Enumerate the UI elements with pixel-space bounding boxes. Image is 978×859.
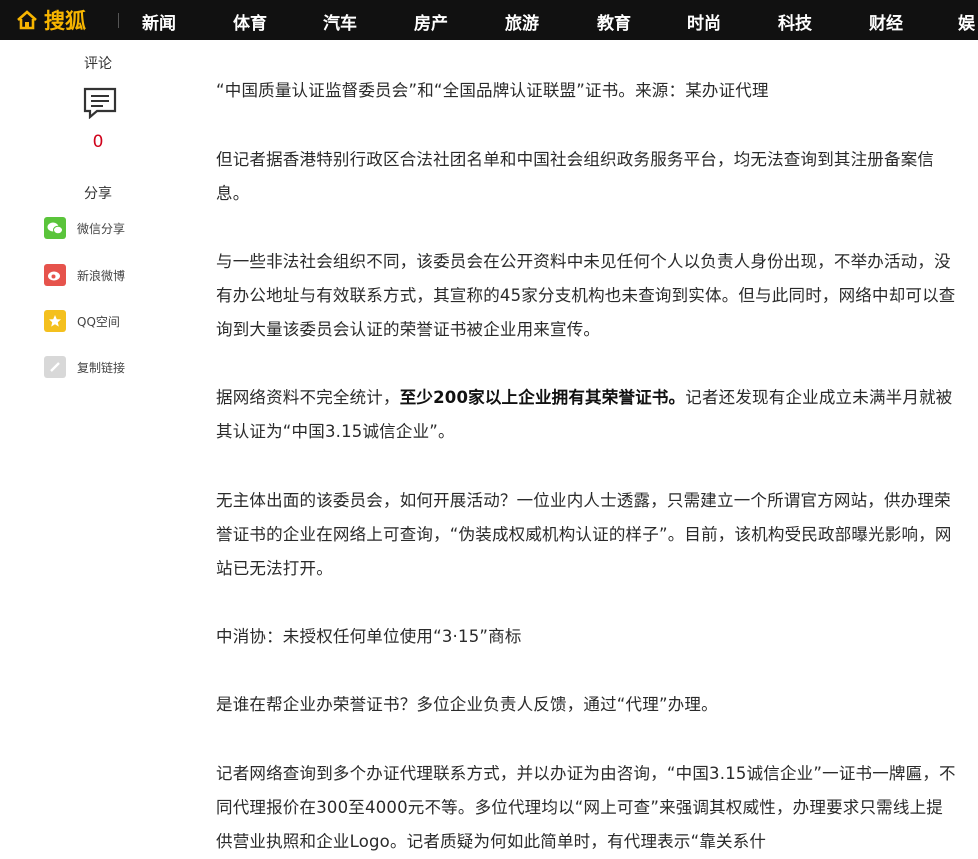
copy-link-button[interactable]: 复制链接 <box>44 355 125 379</box>
nav-divider <box>118 13 119 28</box>
comment-icon[interactable] <box>83 87 117 119</box>
logo-text: 搜狐 <box>44 9 86 33</box>
share-qzone-label: QQ空间 <box>77 314 120 329</box>
share-label: 分享 <box>84 186 112 202</box>
paragraph-text: 据网络资料不完全统计， <box>216 388 400 407</box>
nav-news[interactable]: 新闻 <box>142 9 176 34</box>
nav-tech[interactable]: 科技 <box>778 9 812 34</box>
article-paragraph: “中国质量认证监督委员会”和“全国品牌认证联盟”证书。来源：某办证代理 <box>216 81 769 100</box>
link-icon <box>44 356 66 378</box>
comment-count[interactable]: 0 <box>0 132 196 152</box>
share-qzone-button[interactable]: QQ空间 <box>44 309 120 333</box>
nav-sports[interactable]: 体育 <box>233 9 267 34</box>
article-paragraph: 记者网络查询到多个办证代理联系方式，并以办证为由咨询，“中国3.15诚信企业”一… <box>216 764 956 851</box>
nav-education[interactable]: 教育 <box>597 9 631 34</box>
sohu-logo[interactable]: 搜狐 <box>16 6 86 34</box>
article-paragraph: 无主体出面的该委员会，如何开展活动？一位业内人士透露，只需建立一个所谓官方网站，… <box>216 491 952 578</box>
copy-link-label: 复制链接 <box>77 360 126 375</box>
home-icon <box>17 10 37 30</box>
nav-finance[interactable]: 财经 <box>869 9 903 34</box>
share-weibo-label: 新浪微博 <box>77 268 126 283</box>
weibo-icon <box>44 264 66 286</box>
nav-entertainment[interactable]: 娱 <box>958 9 975 34</box>
share-wechat-button[interactable]: 微信分享 <box>44 216 125 240</box>
article-paragraph: 据网络资料不完全统计，至少200家以上企业拥有其荣誉证书。记者还发现有企业成立未… <box>216 381 956 449</box>
nav-travel[interactable]: 旅游 <box>505 9 539 34</box>
nav-fashion[interactable]: 时尚 <box>687 9 721 34</box>
article-paragraph: 但记者据香港特别行政区合法社团名单和中国社会组织政务服务平台，均无法查询到其注册… <box>216 150 935 203</box>
article-paragraph: 与一些非法社会组织不同，该委员会在公开资料中未见任何个人以负责人身份出现，不举办… <box>216 252 956 339</box>
nav-realestate[interactable]: 房产 <box>414 9 448 34</box>
top-nav-bar: 搜狐 新闻 体育 汽车 房产 旅游 教育 时尚 科技 财经 娱 <box>0 0 978 40</box>
paragraph-bold-text: 至少200家以上企业拥有其荣誉证书。 <box>399 388 686 407</box>
article-paragraph: 是谁在帮企业办荣誉证书？多位企业负责人反馈，通过“代理”办理。 <box>216 695 718 714</box>
wechat-icon <box>44 217 66 239</box>
left-sidebar: 评论 0 分享 微信分享 新浪微博 QQ空间 复制链接 <box>0 40 200 853</box>
nav-auto[interactable]: 汽车 <box>323 9 357 34</box>
qzone-icon <box>44 310 66 332</box>
share-weibo-button[interactable]: 新浪微博 <box>44 263 125 287</box>
comment-label: 评论 <box>84 56 112 72</box>
share-wechat-label: 微信分享 <box>77 221 126 236</box>
article-subheading: 中消协：未授权任何单位使用“3·15”商标 <box>216 627 522 646</box>
